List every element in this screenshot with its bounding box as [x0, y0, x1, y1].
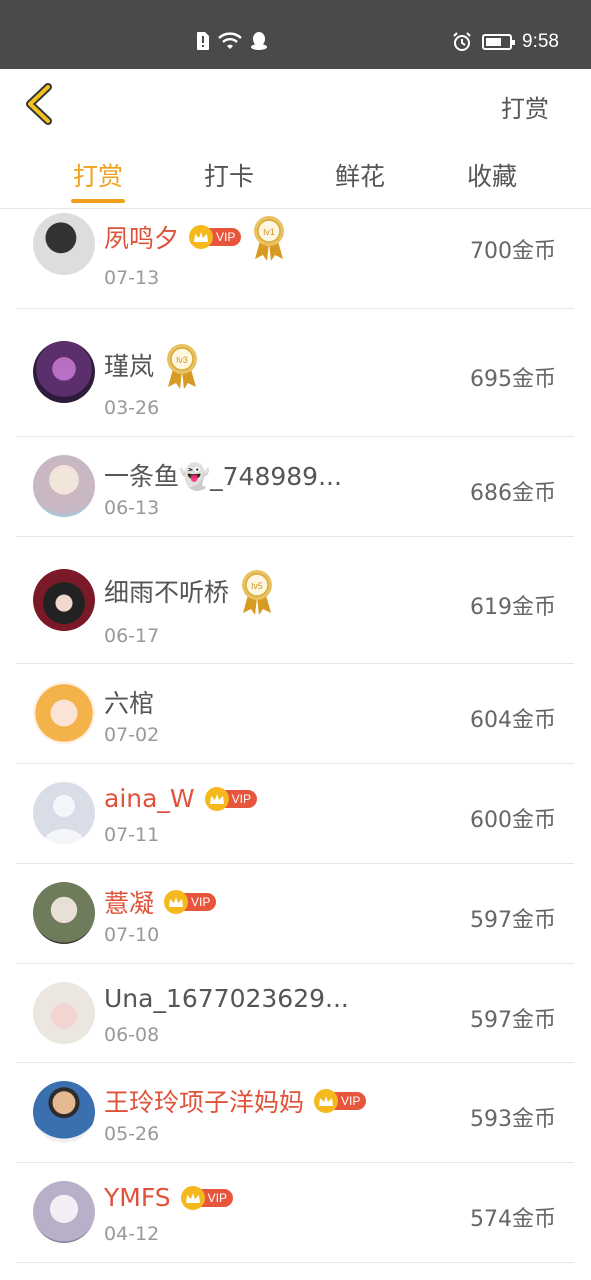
- name-line: 细雨不听桥 lv5: [104, 567, 275, 615]
- reward-date: 03-26: [104, 397, 160, 419]
- level-medal-icon: lv1: [254, 216, 285, 261]
- user-name: 薏凝: [104, 889, 155, 918]
- avatar: [33, 1081, 95, 1143]
- alarm-icon: [453, 32, 471, 51]
- crown-icon: [180, 1185, 205, 1210]
- nav-bar: 打赏: [0, 69, 591, 139]
- name-line: 一条鱼👻_748989...: [104, 457, 342, 493]
- user-name: YMFS: [104, 1183, 171, 1212]
- user-name: aina_W: [104, 784, 195, 813]
- user-name: Una_1677023629...: [104, 984, 349, 1013]
- active-tab-indicator: [71, 199, 125, 203]
- coin-amount: 619金币: [470, 595, 556, 620]
- coin-amount: 597金币: [470, 1008, 556, 1033]
- status-icons-right: 9:58: [452, 31, 559, 53]
- user-name: 瑾岚: [104, 352, 155, 381]
- avatar: [33, 213, 95, 275]
- battery-icon: [482, 34, 516, 50]
- list-item[interactable]: YMFS VIP 04-12 574金币: [16, 1163, 574, 1263]
- vip-badge: VIP: [164, 890, 217, 914]
- reward-action-button[interactable]: 打赏: [501, 89, 549, 124]
- sim-alert-icon: [197, 32, 209, 50]
- name-line: 夙鸣夕 VIP lv1: [104, 213, 287, 261]
- crown-icon: [314, 1089, 339, 1113]
- user-name: 王玲玲项子洋妈妈: [104, 1088, 305, 1117]
- list-item[interactable]: Una_1677023629... 06-08 597金币: [16, 964, 574, 1063]
- tab-flowers[interactable]: 鲜花: [300, 157, 420, 193]
- reward-date: 06-17: [104, 625, 160, 647]
- list-item[interactable]: 六棺 07-02 604金币: [16, 664, 574, 764]
- list-item[interactable]: aina_W VIP 07-11 600金币: [16, 764, 574, 864]
- reward-date: 06-13: [104, 497, 160, 519]
- status-time: 9:58: [522, 31, 559, 52]
- tab-reward[interactable]: 打赏: [38, 157, 158, 193]
- level-label: lv3: [176, 355, 188, 365]
- name-line: 王玲玲项子洋妈妈 VIP: [104, 1083, 367, 1119]
- qq-icon: [251, 32, 267, 50]
- reward-date: 05-26: [104, 1123, 160, 1145]
- vip-badge: VIP: [180, 1185, 233, 1210]
- crown-icon: [189, 225, 214, 249]
- vip-badge: VIP: [204, 786, 257, 811]
- name-line: 瑾岚 lv3: [104, 341, 200, 389]
- user-name: 六棺: [104, 689, 155, 718]
- list-item[interactable]: 夙鸣夕 VIP lv1 07-13 700金币: [16, 209, 574, 309]
- coin-amount: 700金币: [470, 239, 556, 264]
- name-line: aina_W VIP: [104, 784, 257, 813]
- vip-badge: VIP: [314, 1089, 367, 1113]
- level-medal-icon: lv3: [167, 344, 198, 389]
- avatar: [33, 455, 95, 517]
- reward-date: 07-13: [104, 267, 160, 289]
- avatar: [33, 982, 95, 1044]
- level-label: lv5: [251, 581, 263, 591]
- reward-date: 07-02: [104, 724, 160, 746]
- coin-amount: 593金币: [470, 1107, 556, 1132]
- level-medal-icon: lv5: [242, 570, 273, 615]
- name-line: Una_1677023629...: [104, 984, 349, 1013]
- reward-date: 07-11: [104, 824, 160, 846]
- coin-amount: 574金币: [470, 1207, 556, 1232]
- name-line: YMFS VIP: [104, 1183, 233, 1212]
- level-label: lv1: [264, 227, 276, 237]
- vip-badge: VIP: [189, 225, 242, 249]
- tab-checkin[interactable]: 打卡: [169, 157, 289, 193]
- user-name: 夙鸣夕: [104, 224, 180, 253]
- list-item[interactable]: 薏凝 VIP 07-10 597金币: [16, 864, 574, 964]
- reward-date: 06-08: [104, 1024, 160, 1046]
- status-icons-center: [196, 31, 268, 51]
- list-item[interactable]: 瑾岚 lv3 03-26 695金币: [16, 309, 574, 437]
- crown-icon: [164, 890, 189, 914]
- default-user-icon: [43, 795, 85, 844]
- user-name: 细雨不听桥: [104, 578, 230, 607]
- user-name: 一条鱼👻_748989...: [104, 462, 342, 491]
- coin-amount: 695金币: [470, 367, 556, 392]
- list-item[interactable]: 一条鱼👻_748989... 06-13 686金币: [16, 437, 574, 537]
- crown-icon: [204, 786, 229, 811]
- back-chevron-icon[interactable]: [22, 83, 58, 125]
- list-item[interactable]: 王玲玲项子洋妈妈 VIP 05-26 593金币: [16, 1063, 574, 1163]
- avatar: [33, 341, 95, 403]
- wifi-icon: [218, 32, 242, 49]
- avatar: [33, 882, 95, 944]
- avatar: [33, 782, 95, 844]
- tab-favorites[interactable]: 收藏: [432, 157, 552, 193]
- tab-bar: 打赏 打卡 鲜花 收藏: [0, 139, 591, 209]
- list-item[interactable]: 细雨不听桥 lv5 06-17 619金币: [16, 537, 574, 664]
- reward-date: 07-10: [104, 924, 160, 946]
- avatar: [33, 1181, 95, 1243]
- status-bar: 9:58: [0, 0, 591, 69]
- coin-amount: 600金币: [470, 808, 556, 833]
- avatar: [33, 682, 95, 744]
- coin-amount: 597金币: [470, 908, 556, 933]
- avatar: [33, 569, 95, 631]
- coin-amount: 686金币: [470, 481, 556, 506]
- coin-amount: 604金币: [470, 708, 556, 733]
- name-line: 薏凝 VIP: [104, 884, 217, 920]
- reward-date: 04-12: [104, 1223, 160, 1245]
- name-line: 六棺: [104, 684, 154, 720]
